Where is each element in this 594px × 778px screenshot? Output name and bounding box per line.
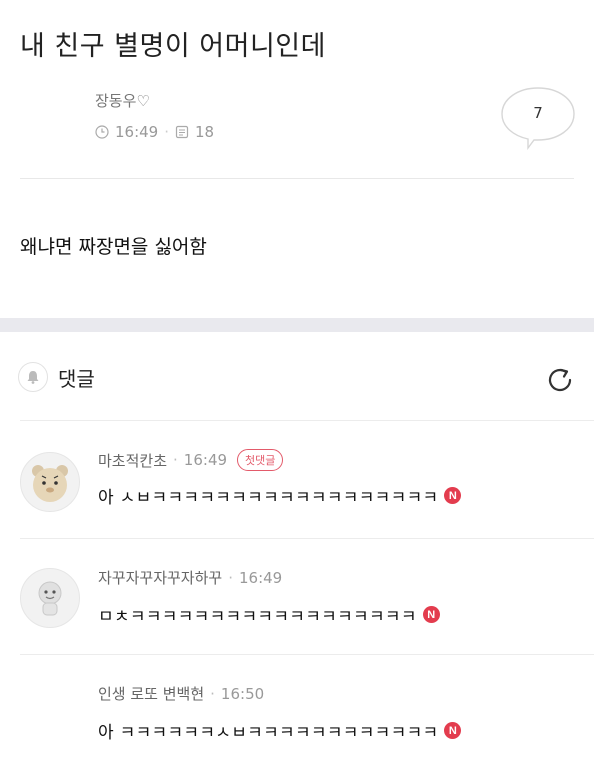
comment-text: 아 ㅅㅂㅋㅋㅋㅋㅋㅋㅋㅋㅋㅋㅋㅋㅋㅋㅋㅋㅋㅋ N [98, 483, 462, 508]
clock-icon [95, 125, 109, 139]
new-badge: N [422, 606, 440, 623]
divider [20, 178, 574, 179]
comments-label: 댓글 [58, 366, 95, 391]
meta-separator: · [210, 684, 215, 703]
new-badge: N [444, 487, 462, 504]
avatar[interactable] [20, 568, 80, 628]
comment-meta: 마초적칸초 · 16:49 첫댓글 [98, 449, 284, 471]
comment-author[interactable]: 마초적칸초 [98, 450, 167, 471]
post-body: 왜냐면 짜장면을 싫어함 [20, 236, 207, 258]
first-comment-badge: 첫댓글 [237, 449, 284, 471]
post-meta: 16:49 · 18 [95, 123, 214, 141]
comment-author[interactable]: 인생 로또 변백현 [98, 683, 204, 704]
meta-separator: · [164, 123, 170, 141]
divider [20, 654, 594, 655]
comments-header: 댓글 [18, 362, 95, 392]
comment-time: 16:49 [183, 451, 228, 469]
divider [20, 538, 594, 539]
comment-meta: 인생 로또 변백현 · 16:50 [98, 683, 264, 704]
comment-count-bubble[interactable]: 7 [500, 86, 576, 151]
bell-icon[interactable] [18, 362, 48, 392]
character-icon [38, 581, 62, 616]
comment-text: 아 ㅋㅋㅋㅋㅋㅋㅅㅂㅋㅋㅋㅋㅋㅋㅋㅋㅋㅋㅋㅋ N [98, 718, 462, 743]
bear-character-icon [32, 465, 68, 502]
post-title: 내 친구 별명이 어머니인데 [20, 31, 326, 62]
post-author[interactable]: 장동우♡ [95, 90, 150, 111]
avatar[interactable] [20, 452, 80, 512]
comment-count: 7 [533, 104, 543, 122]
views-icon [175, 125, 189, 139]
comment-body: ㅁㅊㅋㅋㅋㅋㅋㅋㅋㅋㅋㅋㅋㅋㅋㅋㅋㅋㅋㅋ [98, 607, 417, 627]
new-badge: N [444, 722, 462, 739]
comment-time: 16:50 [220, 684, 265, 703]
comment-body: 아 ㅋㅋㅋㅋㅋㅋㅅㅂㅋㅋㅋㅋㅋㅋㅋㅋㅋㅋㅋㅋ [98, 723, 439, 743]
section-gap [0, 318, 594, 332]
meta-separator: · [173, 451, 178, 469]
comment-text: ㅁㅊㅋㅋㅋㅋㅋㅋㅋㅋㅋㅋㅋㅋㅋㅋㅋㅋㅋㅋ N [98, 602, 440, 627]
comment-author[interactable]: 자꾸자꾸자꾸자하꾸 [98, 567, 222, 588]
refresh-icon[interactable] [544, 364, 576, 396]
comment-meta: 자꾸자꾸자꾸자하꾸 · 16:49 [98, 567, 282, 588]
post-views: 18 [195, 123, 215, 141]
comment-time: 16:49 [238, 568, 283, 587]
divider [20, 420, 594, 421]
comment-body: 아 ㅅㅂㅋㅋㅋㅋㅋㅋㅋㅋㅋㅋㅋㅋㅋㅋㅋㅋㅋㅋ [98, 488, 439, 508]
post-time: 16:49 [115, 123, 159, 141]
meta-separator: · [228, 568, 233, 587]
